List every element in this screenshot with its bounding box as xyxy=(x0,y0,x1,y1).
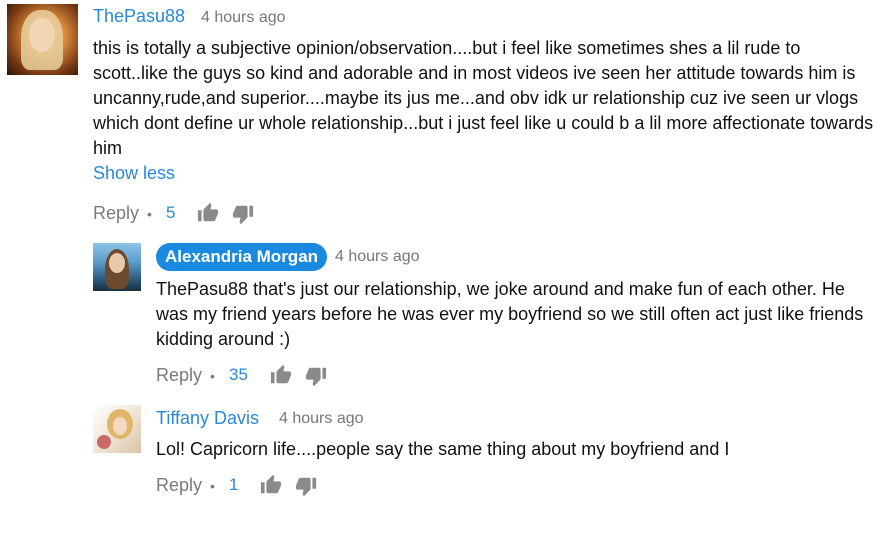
comment-author[interactable]: ThePasu88 xyxy=(93,6,185,27)
like-count: 5 xyxy=(166,203,176,222)
reply-timestamp[interactable]: 4 hours ago xyxy=(279,410,364,428)
avatar-face xyxy=(113,417,127,435)
avatar[interactable] xyxy=(93,243,141,291)
thumbs-up-icon[interactable] xyxy=(197,202,219,224)
avatar[interactable] xyxy=(7,4,78,75)
avatar-flower xyxy=(97,435,111,449)
thumbs-down-icon[interactable] xyxy=(305,365,327,387)
separator-dot: • xyxy=(147,206,152,222)
separator-dot: • xyxy=(210,478,215,494)
reply-button[interactable]: Reply xyxy=(156,365,202,386)
avatar-face xyxy=(29,18,55,52)
reply-button[interactable]: Reply xyxy=(156,475,202,496)
comment-timestamp[interactable]: 4 hours ago xyxy=(201,9,286,27)
thumbs-up-icon[interactable] xyxy=(270,364,292,386)
show-less-link[interactable]: Show less xyxy=(93,163,175,184)
like-count: 35 xyxy=(229,365,248,384)
avatar[interactable] xyxy=(93,405,141,453)
thumbs-down-icon[interactable] xyxy=(232,203,254,225)
creator-author-badge[interactable]: Alexandria Morgan xyxy=(156,243,328,271)
like-count: 1 xyxy=(229,475,239,494)
reply-text: ThePasu88 that's just our relationship, … xyxy=(156,279,864,349)
reply-author[interactable]: Tiffany Davis xyxy=(156,408,259,429)
reply-button[interactable]: Reply xyxy=(93,203,139,224)
thumbs-up-icon[interactable] xyxy=(260,474,282,496)
thumbs-down-icon[interactable] xyxy=(295,475,317,497)
reply-text: Lol! Capricorn life....people say the sa… xyxy=(156,439,730,459)
comment-text: this is totally a subjective opinion/obs… xyxy=(93,38,874,158)
separator-dot: • xyxy=(210,368,215,384)
avatar-face xyxy=(109,253,125,273)
reply-timestamp[interactable]: 4 hours ago xyxy=(335,248,420,266)
